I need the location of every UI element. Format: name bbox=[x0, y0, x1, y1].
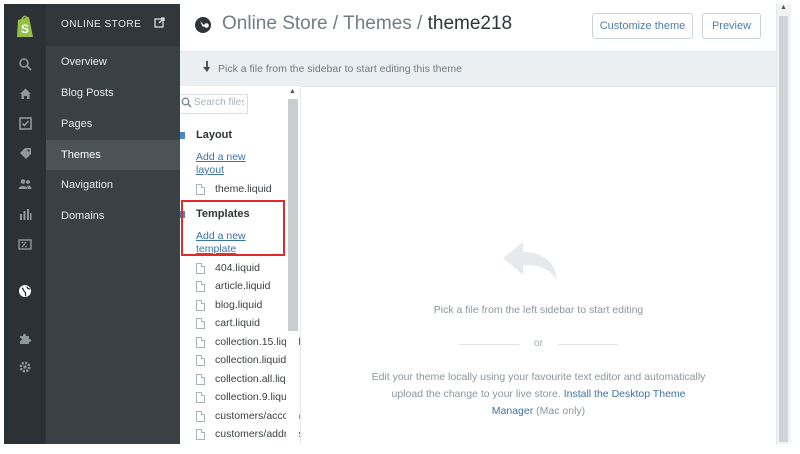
breadcrumb-separator: / bbox=[327, 13, 344, 34]
editor-placeholder: Pick a file from the left sidebar to sta… bbox=[301, 86, 776, 444]
local-edit-message: Edit your theme locally using your favou… bbox=[371, 369, 706, 420]
file-icon bbox=[196, 184, 205, 195]
file-name: cart.liquid bbox=[215, 317, 260, 329]
folder-icon bbox=[180, 132, 185, 139]
scrollbar-thumb[interactable] bbox=[779, 16, 788, 442]
settings-icon[interactable] bbox=[4, 356, 46, 378]
file-name: blog.liquid bbox=[215, 299, 263, 311]
file-name: theme.liquid bbox=[215, 183, 272, 195]
hint-text: Pick a file from the sidebar to start ed… bbox=[218, 63, 462, 75]
online-store-nav: ONLINE STORE Overview Blog Posts Pages T… bbox=[46, 4, 180, 444]
add-layout-line1: Add a new bbox=[196, 151, 246, 163]
nav-item-navigation[interactable]: Navigation bbox=[46, 170, 180, 200]
file-icon bbox=[196, 374, 205, 385]
customers-icon[interactable] bbox=[4, 173, 46, 195]
file-icon bbox=[196, 429, 205, 440]
or-separator: or bbox=[534, 338, 543, 349]
scroll-up-arrow-icon[interactable]: ▲ bbox=[289, 88, 296, 95]
reports-icon[interactable] bbox=[4, 203, 46, 225]
file-icon bbox=[196, 355, 205, 366]
file-icon bbox=[196, 411, 205, 422]
svg-text:S: S bbox=[21, 22, 29, 36]
file-name: 404.liquid bbox=[215, 262, 260, 274]
mac-only-text: (Mac only) bbox=[536, 405, 586, 417]
editor-message: Pick a file from the left sidebar to sta… bbox=[433, 304, 644, 316]
app-frame: S ONLINE STORE Overview Blog Posts Pages… bbox=[0, 0, 800, 454]
layout-section-title: Layout bbox=[196, 129, 233, 141]
breadcrumb-separator: / bbox=[411, 13, 428, 34]
file-name: collection.9.liquid bbox=[215, 391, 295, 403]
breadcrumb-themes[interactable]: Themes bbox=[343, 13, 412, 34]
shopify-logo-icon[interactable]: S bbox=[13, 13, 37, 39]
breadcrumb: Online Store / Themes / theme218 bbox=[222, 13, 512, 35]
undo-arrow-icon bbox=[503, 242, 557, 280]
search-icon[interactable] bbox=[4, 53, 46, 75]
customize-theme-button[interactable]: Customize theme bbox=[592, 13, 693, 39]
breadcrumb-current: theme218 bbox=[427, 13, 513, 34]
home-icon[interactable] bbox=[4, 82, 46, 104]
tag-icon[interactable] bbox=[4, 142, 46, 164]
hint-bar: Pick a file from the sidebar to start ed… bbox=[180, 51, 776, 87]
file-search bbox=[180, 94, 248, 114]
search-files-input[interactable] bbox=[194, 97, 244, 108]
icon-rail: S bbox=[4, 4, 46, 444]
search-icon bbox=[181, 97, 192, 111]
apps-icon[interactable] bbox=[4, 327, 46, 349]
nav-item-domains[interactable]: Domains bbox=[46, 201, 180, 231]
file-name: collection.liquid bbox=[215, 354, 287, 366]
page-scrollbar[interactable]: ▲ bbox=[776, 4, 791, 444]
file-name: article.liquid bbox=[215, 280, 271, 292]
main-content: Online Store / Themes / theme218 Customi… bbox=[180, 4, 776, 444]
breadcrumb-online-store[interactable]: Online Store bbox=[222, 13, 328, 34]
arrow-down-left-icon bbox=[201, 60, 211, 76]
file-icon bbox=[196, 281, 205, 292]
highlight-box bbox=[181, 200, 285, 256]
nav-item-overview[interactable]: Overview bbox=[46, 47, 180, 77]
file-icon bbox=[196, 392, 205, 403]
external-link-icon[interactable] bbox=[154, 17, 165, 31]
scrollbar-thumb[interactable] bbox=[288, 99, 298, 331]
file-icon bbox=[196, 337, 205, 348]
file-icon bbox=[196, 263, 205, 274]
add-layout-link[interactable]: Add a new layout bbox=[196, 151, 266, 177]
file-sidebar: Layout Add a new layout theme.liquid Tem… bbox=[180, 86, 301, 444]
orders-icon[interactable] bbox=[4, 112, 46, 134]
nav-item-pages[interactable]: Pages bbox=[46, 109, 180, 139]
file-sidebar-scrollbar[interactable]: ▲ bbox=[286, 86, 299, 444]
online-store-icon[interactable] bbox=[4, 280, 46, 302]
discounts-icon[interactable] bbox=[4, 233, 46, 255]
file-icon bbox=[196, 318, 205, 329]
file-icon bbox=[196, 300, 205, 311]
nav-item-themes[interactable]: Themes bbox=[46, 140, 180, 170]
top-bar: Online Store / Themes / theme218 Customi… bbox=[180, 4, 776, 46]
add-layout-line2: layout bbox=[196, 164, 225, 176]
nav-header: ONLINE STORE bbox=[46, 4, 180, 46]
theme-palette-icon bbox=[195, 17, 211, 33]
preview-button[interactable]: Preview bbox=[702, 13, 761, 39]
nav-header-title: ONLINE STORE bbox=[61, 19, 142, 30]
nav-item-blog-posts[interactable]: Blog Posts bbox=[46, 78, 180, 108]
scroll-up-arrow-icon[interactable]: ▲ bbox=[780, 4, 787, 11]
